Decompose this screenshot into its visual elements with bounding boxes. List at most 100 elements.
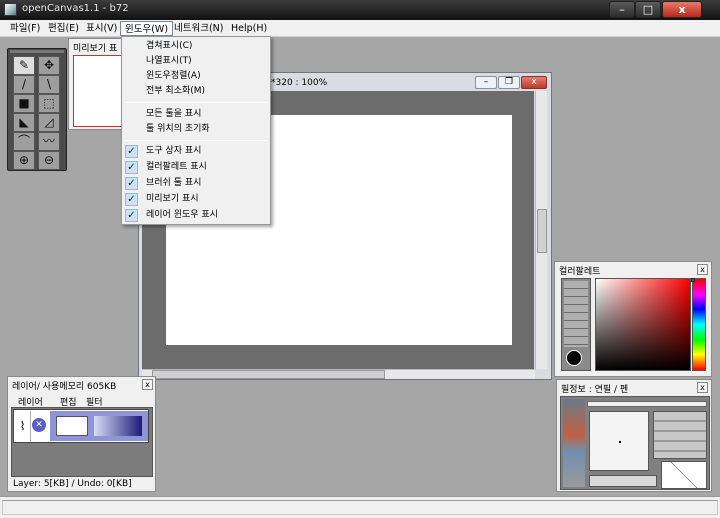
brush-option-buttons[interactable] xyxy=(653,411,707,459)
menu-option-reset-tool-position[interactable]: 툴 위치의 초기화 xyxy=(122,122,270,137)
toolbox: ✎ ✥ / \ ■ ⬚ ◣ ◿ ⌒ 〰 ⊕ ⊖ xyxy=(7,48,67,171)
title-bar: openCanvas1.1 - b72 – □ x xyxy=(0,0,720,20)
pressure-curve-graph[interactable] xyxy=(661,461,707,489)
menu-option-tile[interactable]: 나열표시(T) xyxy=(122,54,270,69)
window-title: openCanvas1.1 - b72 xyxy=(22,3,129,14)
menu-option-label: 툴 위치의 초기화 xyxy=(146,124,210,134)
canvas-close-button[interactable]: x xyxy=(521,76,547,89)
canvas-vertical-scrollbar[interactable] xyxy=(535,91,547,369)
canvas-horizontal-scrollbar[interactable] xyxy=(142,369,535,379)
canvas-window-title: *320 : 100% xyxy=(271,78,328,88)
menu-option-show-toolbox[interactable]: ✓ 도구 상자 표시 xyxy=(122,144,270,159)
close-button[interactable]: x xyxy=(662,1,702,18)
check-icon: ✓ xyxy=(125,145,138,158)
saturation-value-picker[interactable] xyxy=(595,278,691,371)
color-swatch-grid[interactable] xyxy=(561,278,591,371)
curve-icon[interactable]: ⌒ xyxy=(13,132,35,151)
check-icon: ✓ xyxy=(125,193,138,206)
lasso-icon[interactable]: ◿ xyxy=(38,113,60,132)
menu-option-label: 겹쳐표시(C) xyxy=(146,41,193,51)
menu-option-show-brush-tool[interactable]: ✓ 브러쉬 툴 표시 xyxy=(122,176,270,191)
move-icon[interactable]: ✥ xyxy=(38,56,60,75)
layer-row[interactable]: ⌇ ✕ xyxy=(13,409,149,443)
select-rect-icon[interactable]: ⬚ xyxy=(38,94,60,113)
zoom-out-icon[interactable]: ⊖ xyxy=(38,151,60,170)
check-icon: ✓ xyxy=(125,177,138,190)
menu-option-arrange[interactable]: 윈도우정렬(A) xyxy=(122,69,270,84)
menu-option-show-layer-window[interactable]: ✓ 레이어 윈도우 표시 xyxy=(122,208,270,223)
freehand-icon[interactable]: 〰 xyxy=(38,132,60,151)
preview-thumbnail[interactable] xyxy=(73,55,123,127)
brush-panel-title: 필정보 : 연필 / 펜 xyxy=(561,385,629,395)
layer-panel-close-button[interactable]: x xyxy=(142,379,153,390)
menu-option-label: 윈도우정렬(A) xyxy=(146,71,201,81)
menu-option-label: 레이어 윈도우 표시 xyxy=(146,210,218,220)
hue-slider[interactable] xyxy=(692,278,706,371)
menu-bar: 파일(F) 편집(E) 표시(V) 윈도우(W) 네트워크(N) Help(H) xyxy=(0,20,720,37)
brush-dot xyxy=(619,441,621,443)
color-panel-close-button[interactable]: x xyxy=(697,264,708,275)
layer-list: ⌇ ✕ xyxy=(11,407,153,477)
menu-file[interactable]: 파일(F) xyxy=(6,21,44,36)
canvas-minimize-button[interactable]: – xyxy=(475,76,497,89)
horizontal-scroll-thumb[interactable] xyxy=(152,370,385,379)
menu-network[interactable]: 네트워크(N) xyxy=(170,21,227,36)
layer-thumbnail xyxy=(56,416,88,436)
brush-preview xyxy=(589,411,649,471)
menu-option-minimize-all[interactable]: 전부 최소화(M) xyxy=(122,84,270,99)
menu-option-cascade[interactable]: 겹쳐표시(C) xyxy=(122,39,270,54)
menu-separator xyxy=(125,102,267,103)
menu-edit[interactable]: 편집(E) xyxy=(44,21,83,36)
canvas-restore-button[interactable]: ❐ xyxy=(498,76,520,89)
menu-window[interactable]: 윈도우(W) xyxy=(120,21,174,36)
brush-panel-close-button[interactable]: x xyxy=(697,382,708,393)
layer-panel-title: 레이어/ 사용메모리 605KB xyxy=(12,382,117,392)
swatch-cells[interactable] xyxy=(564,281,588,347)
preview-panel: 미리보기 표 xyxy=(68,38,123,130)
brush-settings-area xyxy=(560,396,710,490)
toolbox-grip[interactable] xyxy=(10,50,64,53)
hue-marker[interactable] xyxy=(691,278,695,282)
menu-option-label: 컬러팔레트 표시 xyxy=(146,162,207,172)
brush-tool-strip[interactable] xyxy=(563,399,585,487)
menu-option-show-all-tools[interactable]: 모든 툴을 표시 xyxy=(122,107,270,122)
menu-option-label: 도구 상자 표시 xyxy=(146,146,202,156)
layer-memory-status: Layer: 5[KB] / Undo: 0[KB] xyxy=(11,477,153,491)
zoom-in-icon[interactable]: ⊕ xyxy=(13,151,35,170)
menu-option-label: 미리보기 표시 xyxy=(146,194,199,204)
color-palette-panel: 컬러팔레트 x xyxy=(554,261,712,377)
lasso-fill-icon[interactable]: ◣ xyxy=(13,113,35,132)
brush-panel: 필정보 : 연필 / 펜 x xyxy=(556,379,712,492)
layer-opacity-bar[interactable] xyxy=(94,416,142,436)
status-field xyxy=(2,500,718,515)
vertical-scroll-thumb[interactable] xyxy=(537,209,547,253)
layer-visibility-icon[interactable]: ⌇ xyxy=(15,411,31,441)
menu-option-label: 모든 툴을 표시 xyxy=(146,109,202,119)
minimize-button[interactable]: – xyxy=(609,1,635,18)
menu-help[interactable]: Help(H) xyxy=(227,21,271,36)
app-icon xyxy=(4,3,17,16)
layer-lock-icon[interactable]: ✕ xyxy=(32,418,46,432)
brush-size-slider[interactable] xyxy=(587,401,707,407)
pencil-icon[interactable]: ✎ xyxy=(13,56,35,75)
check-icon: ✓ xyxy=(125,209,138,222)
menu-view[interactable]: 표시(V) xyxy=(82,21,121,36)
menu-option-show-color-palette[interactable]: ✓ 컬러팔레트 표시 xyxy=(122,160,270,175)
menu-option-label: 전부 최소화(M) xyxy=(146,86,206,96)
check-icon: ✓ xyxy=(125,161,138,174)
preview-title: 미리보기 표 xyxy=(73,44,118,54)
menu-option-label: 나열표시(T) xyxy=(146,56,192,66)
brush-opacity-slider[interactable] xyxy=(589,475,657,487)
eyedropper-icon[interactable]: / xyxy=(13,75,35,94)
layer-selected-bg xyxy=(50,411,148,441)
menu-option-show-preview[interactable]: ✓ 미리보기 표시 xyxy=(122,192,270,207)
menu-separator xyxy=(125,140,267,141)
foreground-color-swatch[interactable] xyxy=(566,350,582,366)
window-menu-dropdown: 겹쳐표시(C) 나열표시(T) 윈도우정렬(A) 전부 최소화(M) 모든 툴을… xyxy=(121,36,271,225)
maximize-button[interactable]: □ xyxy=(635,1,661,18)
color-palette-title: 컬러팔레트 xyxy=(559,267,601,277)
layer-panel: 레이어/ 사용메모리 605KB x 레이어 편집 필터 ⌇ ✕ Layer: … xyxy=(7,376,156,492)
fill-rect-icon[interactable]: ■ xyxy=(13,94,35,113)
status-bar xyxy=(0,496,720,518)
line-icon[interactable]: \ xyxy=(38,75,60,94)
